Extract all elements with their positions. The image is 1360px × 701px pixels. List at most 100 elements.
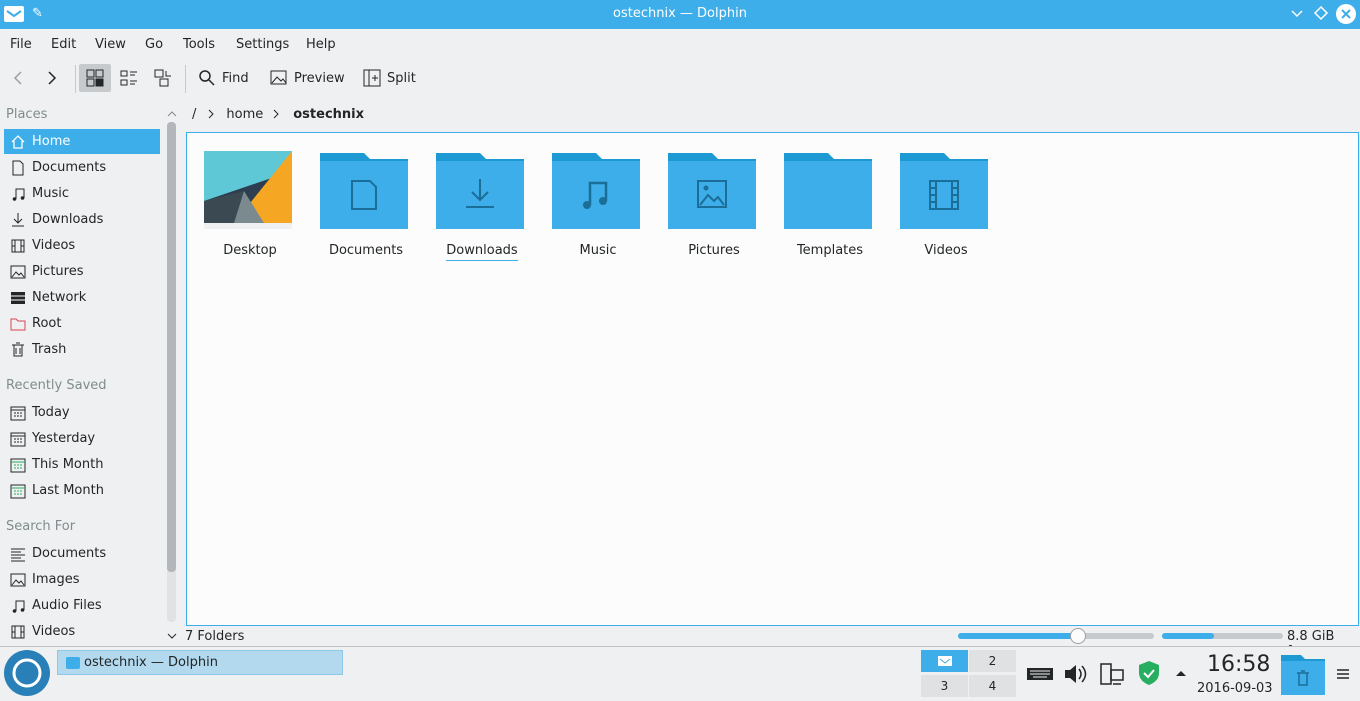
details-view-button[interactable]: [150, 64, 176, 92]
place-today[interactable]: Today: [4, 400, 160, 425]
scroll-up-icon[interactable]: [166, 108, 178, 123]
volume-icon[interactable]: [1062, 661, 1088, 691]
place-home[interactable]: Home: [4, 129, 160, 154]
tray-expand-icon[interactable]: [1174, 667, 1188, 682]
status-bar: 7 Folders 8.8 GiB free: [163, 628, 1360, 659]
menu-edit[interactable]: Edit: [51, 37, 76, 52]
place-label: Last Month: [32, 483, 104, 498]
place-label: Documents: [32, 160, 107, 175]
preview-button[interactable]: Preview: [270, 64, 345, 92]
network-icon: [8, 288, 28, 308]
desktop-wallpaper-icon: [204, 151, 292, 229]
place-label: Documents: [32, 546, 107, 561]
search-images[interactable]: Images: [4, 567, 160, 592]
menu-view[interactable]: View: [95, 37, 126, 52]
search-audio-files[interactable]: Audio Files: [4, 593, 160, 618]
place-documents[interactable]: Documents: [4, 155, 160, 180]
video-icon: [8, 236, 28, 256]
details-view-icon: [154, 69, 171, 87]
menu-settings[interactable]: Settings: [236, 37, 289, 52]
place-label: This Month: [32, 457, 104, 472]
toolbar: Find Preview Split: [0, 59, 1360, 97]
title-bar: ✎ ostechnix — Dolphin: [0, 0, 1360, 29]
place-this-month[interactable]: This Month: [4, 452, 160, 477]
close-icon[interactable]: [1336, 4, 1356, 24]
zoom-slider-handle[interactable]: [1069, 628, 1086, 644]
file-label: Desktop: [223, 243, 277, 258]
folder-pictures-icon: [668, 153, 756, 229]
breadcrumb: / home ostechnix: [186, 102, 364, 126]
place-root[interactable]: Root: [4, 311, 160, 336]
desktop-2[interactable]: 2: [969, 650, 1016, 672]
place-downloads[interactable]: Downloads: [4, 207, 160, 232]
zoom-slider[interactable]: [958, 628, 1154, 644]
place-label: Downloads: [32, 212, 104, 227]
places-scrollbar[interactable]: [167, 122, 176, 622]
forward-button[interactable]: [42, 64, 66, 92]
menu-file[interactable]: File: [10, 37, 32, 52]
folder-documents-icon: [320, 153, 408, 229]
menu-help[interactable]: Help: [306, 37, 336, 52]
search-icon: [199, 70, 215, 86]
split-button[interactable]: Split: [363, 64, 416, 92]
breadcrumb-current[interactable]: ostechnix: [293, 107, 364, 122]
calendar-icon: [8, 403, 28, 423]
menu-go[interactable]: Go: [145, 37, 163, 52]
network-status-icon[interactable]: [1099, 661, 1125, 691]
place-music[interactable]: Music: [4, 181, 160, 206]
minimize-icon[interactable]: [1289, 5, 1305, 25]
music-icon: [8, 596, 28, 616]
application-launcher-icon[interactable]: [4, 650, 50, 696]
disk-space-bar: [1162, 633, 1283, 639]
calendar-icon: [8, 455, 28, 475]
folder-videos-icon: [900, 153, 988, 229]
place-label: Images: [32, 572, 80, 587]
place-yesterday[interactable]: Yesterday: [4, 426, 160, 451]
file-label: Documents: [328, 243, 404, 258]
shield-icon[interactable]: [1137, 659, 1161, 691]
place-label: Videos: [32, 238, 76, 253]
folder-music-icon: [552, 153, 640, 229]
desktop-3[interactable]: 3: [921, 675, 968, 697]
place-last-month[interactable]: Last Month: [4, 478, 160, 503]
task-dolphin[interactable]: ostechnix — Dolphin: [57, 650, 343, 675]
compact-view-button[interactable]: [116, 64, 142, 92]
dolphin-icon: [937, 656, 952, 666]
breadcrumb-home[interactable]: home: [226, 107, 263, 122]
search-videos[interactable]: Videos: [4, 619, 160, 644]
icons-view-icon: [86, 69, 104, 87]
search-documents[interactable]: Documents: [4, 541, 160, 566]
back-button[interactable]: [8, 64, 32, 92]
search-for-section-header: Search For: [6, 519, 76, 534]
picture-icon: [8, 262, 28, 282]
place-pictures[interactable]: Pictures: [4, 259, 160, 284]
music-icon: [8, 184, 28, 204]
keyboard-icon[interactable]: [1026, 665, 1054, 687]
breadcrumb-separator-icon: [273, 109, 279, 119]
home-icon: [8, 132, 28, 152]
place-label: Music: [32, 186, 69, 201]
document-lines-icon: [8, 544, 28, 564]
download-icon: [8, 210, 28, 230]
maximize-icon[interactable]: [1313, 5, 1329, 25]
file-view[interactable]: Desktop Documents Downloads Music Pictur…: [186, 132, 1359, 626]
place-network[interactable]: Network: [4, 285, 160, 310]
split-icon: [363, 69, 381, 87]
compact-view-icon: [120, 70, 137, 86]
breadcrumb-root[interactable]: /: [192, 107, 196, 122]
clock-date[interactable]: 2016-09-03: [1197, 681, 1273, 696]
scrollbar-thumb[interactable]: [167, 122, 176, 572]
menu-tools[interactable]: Tools: [183, 37, 215, 52]
desktop-4[interactable]: 4: [969, 675, 1016, 697]
trash-folder-icon[interactable]: [1281, 653, 1325, 699]
place-label: Network: [32, 290, 87, 305]
icons-view-button[interactable]: [79, 64, 111, 92]
video-icon: [8, 622, 28, 642]
find-button[interactable]: Find: [198, 64, 249, 92]
panel-menu-icon[interactable]: [1336, 667, 1350, 685]
clock-time[interactable]: 16:58: [1207, 652, 1270, 677]
window-title: ostechnix — Dolphin: [613, 6, 747, 21]
place-videos[interactable]: Videos: [4, 233, 160, 258]
place-trash[interactable]: Trash: [4, 337, 160, 362]
desktop-1[interactable]: [921, 650, 968, 672]
